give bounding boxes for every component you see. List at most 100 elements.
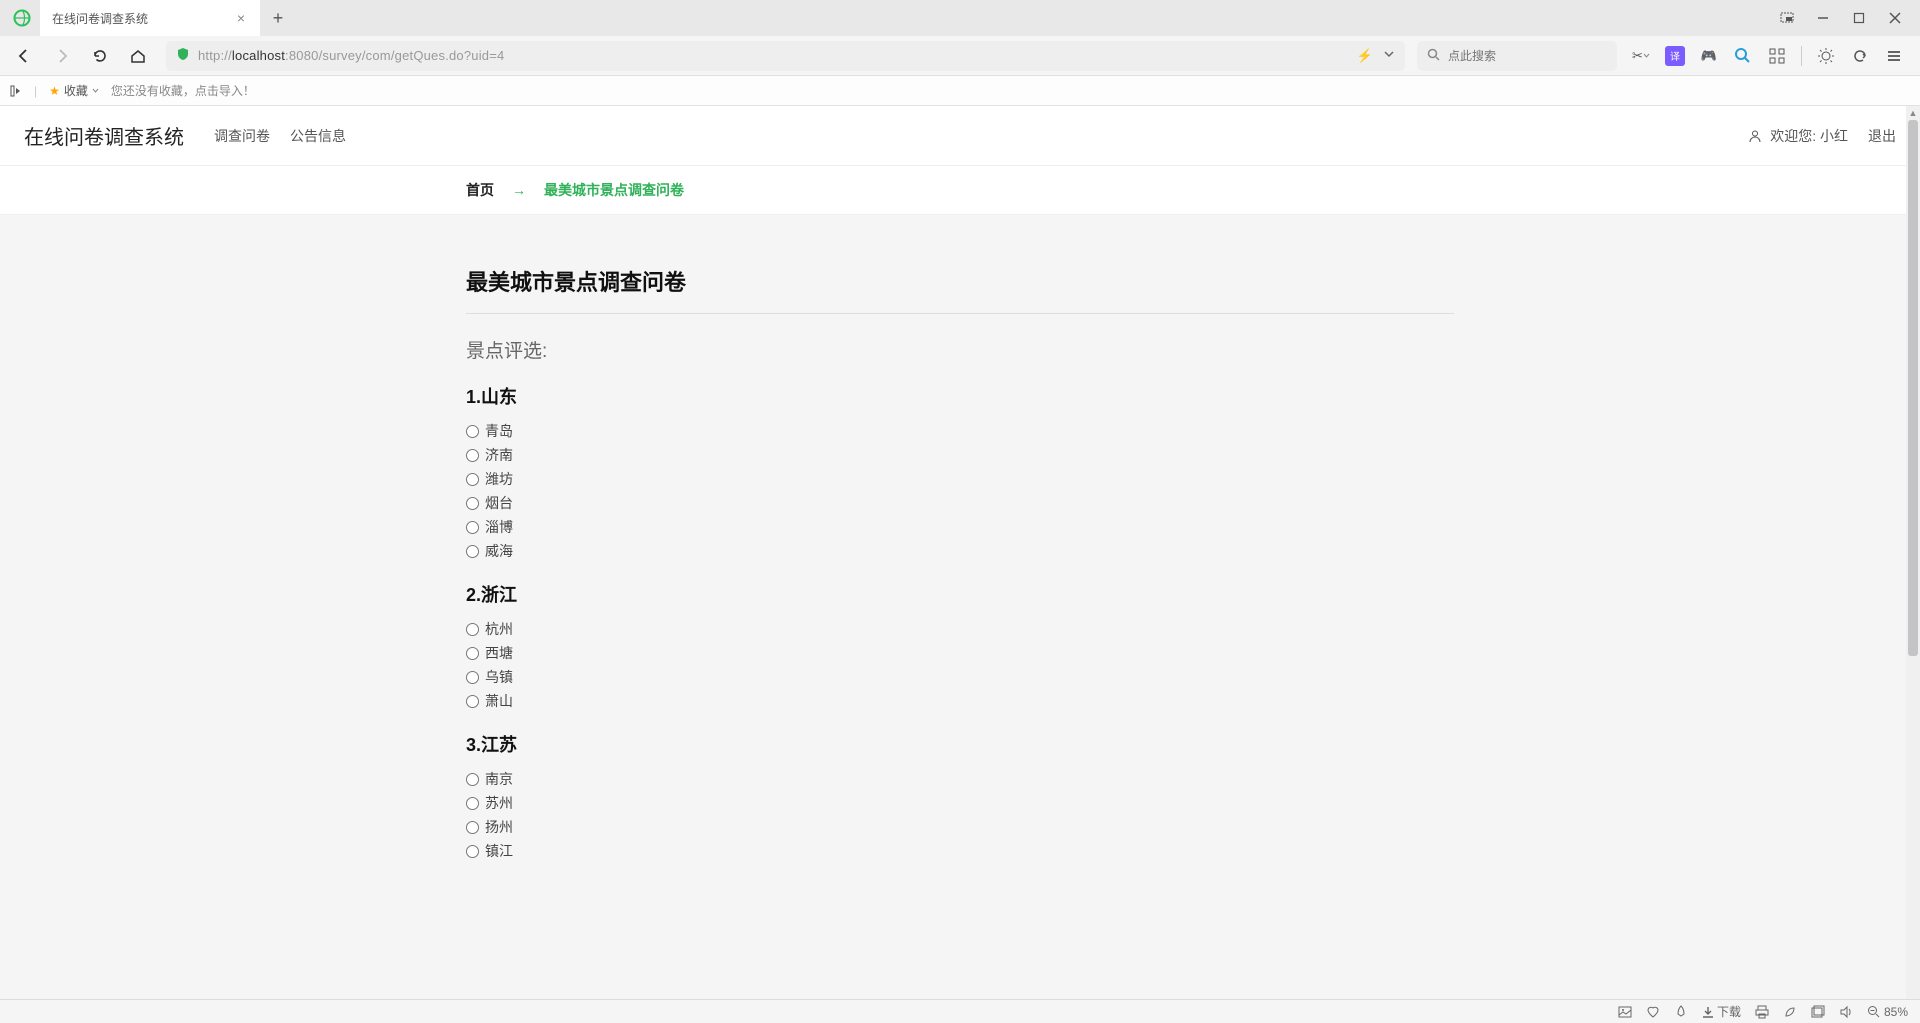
minimize-icon[interactable]: [1814, 9, 1832, 27]
breadcrumb-wrap: 首页 → 最美城市景点调查问卷: [0, 166, 1920, 215]
breadcrumb-home[interactable]: 首页: [466, 180, 494, 200]
divider: [1801, 46, 1802, 66]
arrow-right-icon: →: [512, 182, 526, 198]
bookmark-hint[interactable]: 您还没有收藏，点击导入！: [111, 82, 255, 99]
theme-icon[interactable]: [1816, 46, 1836, 66]
option[interactable]: 青岛: [466, 419, 1454, 443]
option[interactable]: 西塘: [466, 641, 1454, 665]
radio-input[interactable]: [466, 671, 479, 684]
image-icon[interactable]: [1618, 1005, 1632, 1019]
undo-icon[interactable]: [1850, 46, 1870, 66]
sidebar-toggle-icon[interactable]: [10, 85, 22, 97]
url-path: :8080/survey/com/getQues.do?uid=4: [285, 48, 504, 63]
leaf-icon[interactable]: [1783, 1005, 1797, 1019]
welcome-prefix: 欢迎您:: [1770, 128, 1820, 144]
option-label: 苏州: [485, 793, 513, 813]
search-input[interactable]: [1448, 49, 1607, 63]
nav-back-button[interactable]: [8, 40, 40, 72]
new-tab-button[interactable]: +: [260, 0, 296, 36]
search-box[interactable]: [1417, 41, 1617, 71]
printer-icon[interactable]: [1755, 1005, 1769, 1019]
option[interactable]: 济南: [466, 443, 1454, 467]
radio-input[interactable]: [466, 521, 479, 534]
option[interactable]: 萧山: [466, 689, 1454, 713]
close-tab-icon[interactable]: ×: [234, 11, 248, 25]
toolbar-right: ✂ 译 🎮: [1623, 46, 1912, 66]
radio-input[interactable]: [466, 425, 479, 438]
scroll-up-icon[interactable]: ▲: [1906, 106, 1920, 120]
radio-input[interactable]: [466, 821, 479, 834]
radio-input[interactable]: [466, 695, 479, 708]
maximize-icon[interactable]: [1850, 9, 1868, 27]
radio-input[interactable]: [466, 497, 479, 510]
address-bar: http://localhost:8080/survey/com/getQues…: [0, 36, 1920, 76]
option[interactable]: 镇江: [466, 839, 1454, 863]
scroll-thumb[interactable]: [1908, 120, 1918, 656]
favorites-label: 收藏: [64, 82, 88, 99]
option[interactable]: 南京: [466, 767, 1454, 791]
option-label: 淄博: [485, 517, 513, 537]
home-button[interactable]: [122, 40, 154, 72]
option[interactable]: 扬州: [466, 815, 1454, 839]
option[interactable]: 威海: [466, 539, 1454, 563]
page-scrollbar[interactable]: ▲: [1906, 106, 1920, 999]
site-header: 在线问卷调查系统 调查问卷 公告信息 欢迎您: 小红 退出: [0, 106, 1920, 166]
rocket-icon[interactable]: [1674, 1005, 1688, 1019]
radio-input[interactable]: [466, 473, 479, 486]
search-icon: [1427, 48, 1440, 64]
option[interactable]: 苏州: [466, 791, 1454, 815]
url-host: localhost: [232, 48, 285, 63]
nav-forward-button[interactable]: [46, 40, 78, 72]
gamepad-icon[interactable]: 🎮: [1699, 46, 1719, 66]
favorites-button[interactable]: ★ 收藏: [49, 82, 99, 99]
radio-input[interactable]: [466, 449, 479, 462]
apps-icon[interactable]: [1767, 46, 1787, 66]
browser-tab[interactable]: 在线问卷调查系统 ×: [40, 0, 260, 36]
tab-title: 在线问卷调查系统: [52, 10, 148, 27]
option[interactable]: 潍坊: [466, 467, 1454, 491]
option[interactable]: 淄博: [466, 515, 1454, 539]
radio-input[interactable]: [466, 545, 479, 558]
download-button[interactable]: 下载: [1702, 1003, 1741, 1020]
user-area: 欢迎您: 小红 退出: [1748, 126, 1896, 146]
radio-input[interactable]: [466, 623, 479, 636]
welcome-text: 欢迎您: 小红: [1748, 126, 1848, 146]
survey: 最美城市景点调查问卷 景点评选: 1.山东青岛济南潍坊烟台淄博威海2.浙江杭州西…: [466, 265, 1454, 863]
translate-icon[interactable]: 译: [1665, 46, 1685, 66]
menu-icon[interactable]: [1884, 46, 1904, 66]
refresh-button[interactable]: [84, 40, 116, 72]
zoom-control[interactable]: 85%: [1867, 1005, 1908, 1019]
question: 1.山东青岛济南潍坊烟台淄博威海: [466, 383, 1454, 563]
radio-input[interactable]: [466, 647, 479, 660]
windows-icon[interactable]: [1811, 1005, 1825, 1019]
question: 3.江苏南京苏州扬州镇江: [466, 731, 1454, 863]
status-bar: 下载 85%: [0, 999, 1920, 1023]
option[interactable]: 乌镇: [466, 665, 1454, 689]
titlebar: 在线问卷调查系统 × +: [0, 0, 1920, 36]
radio-input[interactable]: [466, 773, 479, 786]
pip-icon[interactable]: [1778, 9, 1796, 27]
chevron-down-icon[interactable]: [1383, 48, 1395, 63]
option[interactable]: 烟台: [466, 491, 1454, 515]
logout-button[interactable]: 退出: [1868, 126, 1896, 146]
question-title: 1.山东: [466, 383, 1454, 409]
flash-icon[interactable]: ⚡: [1357, 48, 1373, 64]
survey-section-label: 景点评选:: [466, 336, 1454, 363]
close-window-icon[interactable]: [1886, 9, 1904, 27]
zoom-label: 85%: [1884, 1005, 1908, 1019]
url-scheme: http://: [198, 48, 232, 63]
scissors-icon[interactable]: ✂: [1631, 46, 1651, 66]
option-label: 威海: [485, 541, 513, 561]
option[interactable]: 杭州: [466, 617, 1454, 641]
user-icon: [1748, 128, 1766, 144]
option-label: 潍坊: [485, 469, 513, 489]
option-label: 南京: [485, 769, 513, 789]
magnifier-icon[interactable]: [1733, 46, 1753, 66]
heart-icon[interactable]: [1646, 1005, 1660, 1019]
nav-link-notice[interactable]: 公告信息: [290, 126, 346, 146]
radio-input[interactable]: [466, 845, 479, 858]
url-box[interactable]: http://localhost:8080/survey/com/getQues…: [166, 41, 1405, 71]
nav-link-survey[interactable]: 调查问卷: [214, 126, 270, 146]
volume-icon[interactable]: [1839, 1005, 1853, 1019]
radio-input[interactable]: [466, 797, 479, 810]
